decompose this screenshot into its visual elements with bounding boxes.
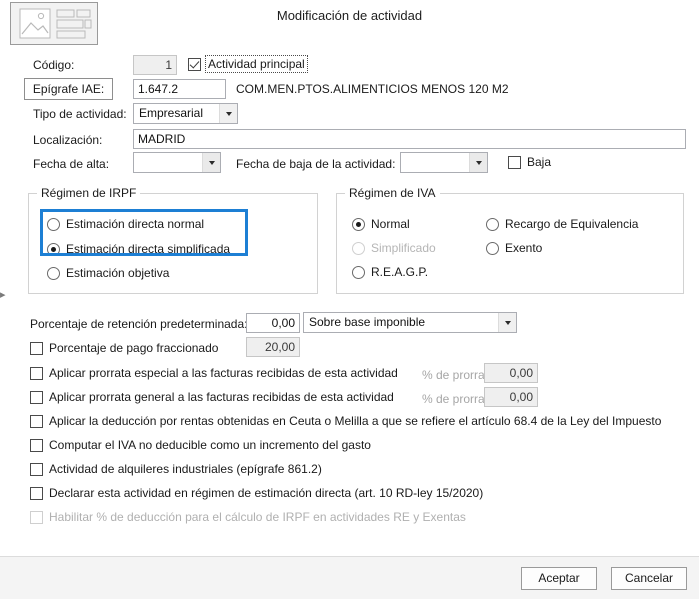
checkbox-habilitar-deduccion-irpf: Habilitar % de deducción para el cálculo… (30, 510, 466, 524)
baja-checkbox[interactable]: Baja (508, 155, 551, 169)
retencion-base-value: Sobre base imponible (309, 315, 426, 329)
checkbox-box (30, 510, 43, 524)
checkbox-iva-no-deducible[interactable]: Computar el IVA no deducible como un inc… (30, 438, 371, 452)
checkbox-box (30, 438, 43, 452)
localizacion-input[interactable]: MADRID (133, 129, 686, 149)
irpf-option-label: Estimación objetiva (66, 266, 170, 280)
panel-corner-line (28, 268, 42, 294)
radio-button (486, 217, 499, 231)
iva-option-recargo-equivalencia[interactable]: Recargo de Equivalencia (486, 217, 638, 231)
checkbox-box (30, 366, 43, 380)
prorrata-especial-checkbox[interactable]: Aplicar prorrata especial a las facturas… (30, 366, 398, 380)
retencion-base-select[interactable]: Sobre base imponible (303, 312, 517, 333)
radio-button (47, 242, 60, 256)
tipo-actividad-value: Empresarial (139, 106, 204, 120)
checkbox-label: Computar el IVA no deducible como un inc… (49, 438, 371, 452)
radio-button (47, 217, 60, 231)
radio-button (352, 217, 365, 231)
baja-label: Baja (527, 155, 552, 169)
checkbox-label: Aplicar la deducción por rentas obtenida… (49, 414, 662, 428)
accept-button[interactable]: Aceptar (521, 567, 597, 590)
dialog-header: Modificación de actividad (0, 0, 699, 48)
epigrafe-iae-button[interactable]: Epígrafe IAE: (24, 78, 113, 100)
chevron-down-icon[interactable] (202, 153, 220, 172)
iva-option-simplificado: Simplificado (352, 241, 436, 255)
prorrata-especial-input: 0,00 (484, 363, 538, 383)
tipo-actividad-select[interactable]: Empresarial (133, 103, 238, 124)
page-title: Modificación de actividad (276, 8, 423, 23)
irpf-option-label: Estimación directa normal (66, 217, 205, 231)
iva-option-label: R.E.A.G.P. (371, 265, 429, 279)
pago-fraccionado-input: 20,00 (246, 337, 300, 357)
checkbox-box (30, 486, 43, 500)
iva-option-label: Normal (371, 217, 410, 231)
prorrata-general-input: 0,00 (484, 387, 538, 407)
codigo-input[interactable]: 1 (133, 55, 177, 75)
radio-button (352, 241, 365, 255)
iva-option-label: Simplificado (371, 241, 436, 255)
checkbox-box (188, 57, 201, 71)
radio-button (486, 241, 499, 255)
irpf-option-estimacion-directa-simplificada[interactable]: Estimación directa simplificada (47, 242, 230, 256)
irpf-option-estimacion-directa-normal[interactable]: Estimación directa normal (47, 217, 204, 231)
chevron-down-icon[interactable] (219, 104, 237, 123)
iva-option-label: Recargo de Equivalencia (505, 217, 639, 231)
tipo-actividad-label: Tipo de actividad: (33, 107, 127, 121)
dialog-footer: Aceptar Cancelar (0, 556, 699, 599)
codigo-label: Código: (33, 58, 75, 72)
radio-button (352, 265, 365, 279)
checkbox-box (30, 414, 43, 428)
iva-option-normal[interactable]: Normal (352, 217, 410, 231)
iva-option-exento[interactable]: Exento (486, 241, 542, 255)
irpf-group-title: Régimen de IRPF (37, 186, 141, 200)
localizacion-label: Localización: (33, 133, 103, 147)
chevron-down-icon[interactable] (469, 153, 487, 172)
pago-fraccionado-checkbox[interactable]: Porcentaje de pago fraccionado (30, 341, 218, 355)
prorrata-general-checkbox[interactable]: Aplicar prorrata general a las facturas … (30, 390, 394, 404)
checkbox-box (30, 462, 43, 476)
checkbox-box (30, 390, 43, 404)
irpf-option-label: Estimación directa simplificada (66, 242, 231, 256)
retencion-label: Porcentaje de retención predeterminada: (30, 317, 248, 331)
epigrafe-input[interactable]: 1.647.2 (133, 79, 226, 99)
prorrata-general-label: Aplicar prorrata general a las facturas … (49, 390, 394, 404)
epigrafe-description: COM.MEN.PTOS.ALIMENTICIOS MENOS 120 M2 (236, 82, 509, 96)
retencion-input[interactable]: 0,00 (246, 313, 300, 333)
actividad-principal-label: Actividad principal (205, 55, 308, 73)
fecha-alta-label: Fecha de alta: (33, 157, 110, 171)
checkbox-box (508, 155, 521, 169)
expand-arrow-icon[interactable]: ▸ (0, 290, 8, 301)
irpf-option-estimacion-objetiva[interactable]: Estimación objetiva (47, 266, 169, 280)
iva-option-label: Exento (505, 241, 543, 255)
actividad-principal-checkbox[interactable]: Actividad principal (188, 55, 308, 73)
checkbox-label: Habilitar % de deducción para el cálculo… (49, 510, 466, 524)
chevron-down-icon[interactable] (498, 313, 516, 332)
fecha-baja-datepicker[interactable] (400, 152, 488, 173)
checkbox-label: Declarar esta actividad en régimen de es… (49, 486, 484, 500)
iva-group-title: Régimen de IVA (345, 186, 440, 200)
checkbox-alquileres-industriales[interactable]: Actividad de alquileres industriales (ep… (30, 462, 322, 476)
checkbox-box (30, 341, 43, 355)
checkbox-label: Actividad de alquileres industriales (ep… (49, 462, 322, 476)
iva-option-reagp[interactable]: R.E.A.G.P. (352, 265, 428, 279)
pago-fraccionado-label: Porcentaje de pago fraccionado (49, 341, 219, 355)
checkbox-estimacion-directa-rdley[interactable]: Declarar esta actividad en régimen de es… (30, 486, 483, 500)
fecha-baja-label: Fecha de baja de la actividad: (236, 157, 396, 171)
fecha-alta-datepicker[interactable] (133, 152, 221, 173)
radio-button (47, 266, 60, 280)
prorrata-especial-label: Aplicar prorrata especial a las facturas… (49, 366, 398, 380)
cancel-button[interactable]: Cancelar (611, 567, 687, 590)
checkbox-ceuta-melilla[interactable]: Aplicar la deducción por rentas obtenida… (30, 414, 661, 428)
